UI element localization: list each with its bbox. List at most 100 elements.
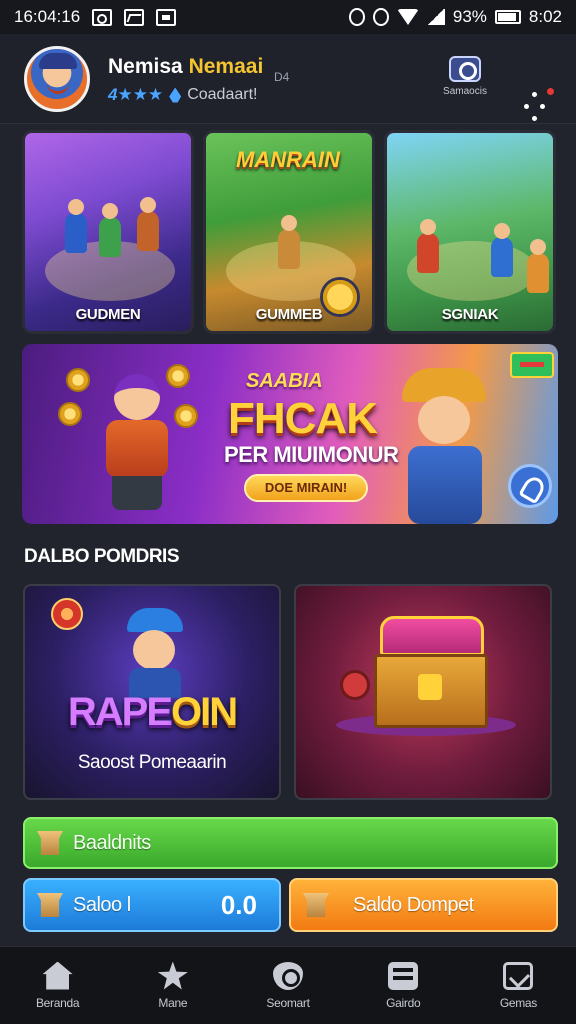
- level-badge: 4★★★: [108, 85, 164, 104]
- banner-cta-button[interactable]: DOE MIRAIN!: [244, 474, 368, 502]
- chat-icon: [388, 961, 419, 990]
- chest-lid: [380, 616, 484, 656]
- lock-icon: [418, 674, 442, 700]
- balance-value: 0.0: [220, 889, 257, 920]
- wallet-balance-button[interactable]: Saldo Dompet: [289, 878, 558, 932]
- character-icon: [137, 197, 159, 251]
- camera-label: Samaocis: [443, 86, 487, 97]
- nav-label: Mane: [158, 995, 188, 1010]
- hero-body: [106, 420, 168, 478]
- notification-icon: [156, 8, 177, 26]
- signal-icon: [426, 9, 445, 25]
- menu-button[interactable]: [518, 84, 558, 132]
- promo-banner[interactable]: SAABIA FHCAK PER MIUIMONUR DOE MIRAIN!: [22, 344, 558, 524]
- nav-item-shield[interactable]: Seomart: [230, 947, 345, 1024]
- game-logo: MANRAIN: [236, 147, 340, 172]
- battery-percent: 93%: [452, 7, 487, 26]
- menu-dot-icon: [540, 104, 545, 109]
- promo-card-2[interactable]: [294, 584, 552, 800]
- shield-icon: [273, 961, 303, 990]
- nav-label: Gemas: [499, 995, 537, 1010]
- hero-character: [123, 608, 185, 698]
- flag-icon: [510, 352, 554, 378]
- user-name-second: Nemaai: [188, 55, 264, 78]
- user-name: Nemisa Nemaai: [108, 55, 263, 79]
- nav-item-games[interactable]: Gemas: [461, 947, 576, 1024]
- profile-header: Nemisa Nemaai D4 4★★★ Coadaart! Samaocis: [0, 34, 576, 124]
- rocket-icon[interactable]: [508, 464, 552, 508]
- character-icon: [99, 203, 121, 257]
- hero-character: [390, 358, 500, 524]
- nav-label: Seomart: [266, 995, 310, 1010]
- nav-label: Gairdo: [386, 995, 421, 1010]
- status-text: Coadaart!: [187, 86, 258, 103]
- game-card-2[interactable]: MANRAIN GUMMEB: [203, 130, 375, 334]
- image-icon: [124, 8, 145, 26]
- coin-icon: [66, 368, 90, 392]
- status-bar: 16:04:16 93% 8:02: [0, 0, 576, 34]
- treasure-chest-icon: [370, 616, 492, 736]
- wallet-label: Saldo Dompet: [353, 893, 474, 916]
- user-tag: D4: [274, 70, 290, 84]
- banner-title: FHCAK: [228, 394, 378, 443]
- promo-logo: RAPEOIN: [25, 690, 279, 735]
- coin-icon: [51, 598, 83, 630]
- section-title: DALBO POMDRIS: [24, 546, 180, 567]
- nav-item-chat[interactable]: Gairdo: [346, 947, 461, 1024]
- character-icon: [417, 219, 439, 273]
- avatar[interactable]: [24, 46, 90, 112]
- promo-card-1[interactable]: RAPEOIN Saoost Pomeaarin: [23, 584, 281, 800]
- coin-icon: [58, 402, 82, 426]
- box-icon: [37, 893, 63, 917]
- hero-head: [418, 396, 470, 444]
- banner-description: PER MIUIMONUR: [224, 442, 399, 467]
- green-button-label: Baaldnits: [73, 831, 151, 854]
- hero-character: [92, 364, 182, 514]
- balance-label: Saloo l: [73, 893, 131, 916]
- box-icon: [303, 893, 329, 917]
- box-icon: [37, 831, 63, 855]
- level-row: 4★★★ Coadaart!: [108, 85, 257, 105]
- game-icon: [503, 961, 534, 990]
- nav-label: Beranda: [35, 995, 80, 1010]
- camera-icon: [449, 56, 481, 82]
- game-card-1[interactable]: GUDMEN: [22, 130, 194, 334]
- camera-button[interactable]: Samaocis: [437, 56, 493, 116]
- game-card-3[interactable]: SGNIAK: [384, 130, 556, 334]
- menu-dot-icon: [532, 116, 537, 121]
- character-icon: [65, 199, 87, 253]
- hero-head: [133, 630, 175, 670]
- notification-badge: [545, 86, 556, 97]
- game-card-title: GUDMEN: [75, 306, 141, 323]
- handle-icon: [340, 670, 370, 700]
- character-icon: [278, 215, 300, 269]
- star-icon: [157, 961, 188, 990]
- character-icon: [527, 239, 549, 293]
- nav-item-star[interactable]: Mane: [115, 947, 230, 1024]
- wifi-icon: [396, 9, 419, 25]
- menu-dot-icon: [524, 104, 529, 109]
- balance-button[interactable]: Saloo l 0.0: [23, 878, 281, 932]
- green-action-button[interactable]: Baaldnits: [23, 817, 558, 869]
- promo-logo-part1: RAPE: [67, 690, 173, 734]
- flame-icon: [169, 87, 182, 103]
- promo-logo-part2: OIN: [171, 690, 238, 734]
- hero-legs: [112, 476, 162, 510]
- promo-label: Saoost Pomeaarin: [77, 752, 227, 773]
- character-icon: [491, 223, 513, 277]
- game-card-title: GUMMEB: [255, 306, 323, 323]
- battery-icon: [494, 10, 521, 24]
- hero-body: [408, 446, 482, 524]
- menu-dot-icon: [532, 92, 537, 97]
- hat-icon: [127, 608, 183, 632]
- user-name-first: Nemisa: [108, 55, 183, 78]
- hero-head: [114, 374, 160, 420]
- status-time-right: 8:02: [528, 7, 562, 26]
- status-time-left: 16:04:16: [14, 7, 81, 26]
- alarm-icon: [348, 8, 365, 26]
- photo-icon: [92, 8, 113, 26]
- nav-item-home[interactable]: Beranda: [0, 947, 115, 1024]
- game-card-title: SGNIAK: [441, 306, 499, 323]
- home-icon: [42, 961, 73, 990]
- bottom-navigation: Beranda Mane Seomart Gairdo Gemas: [0, 946, 576, 1024]
